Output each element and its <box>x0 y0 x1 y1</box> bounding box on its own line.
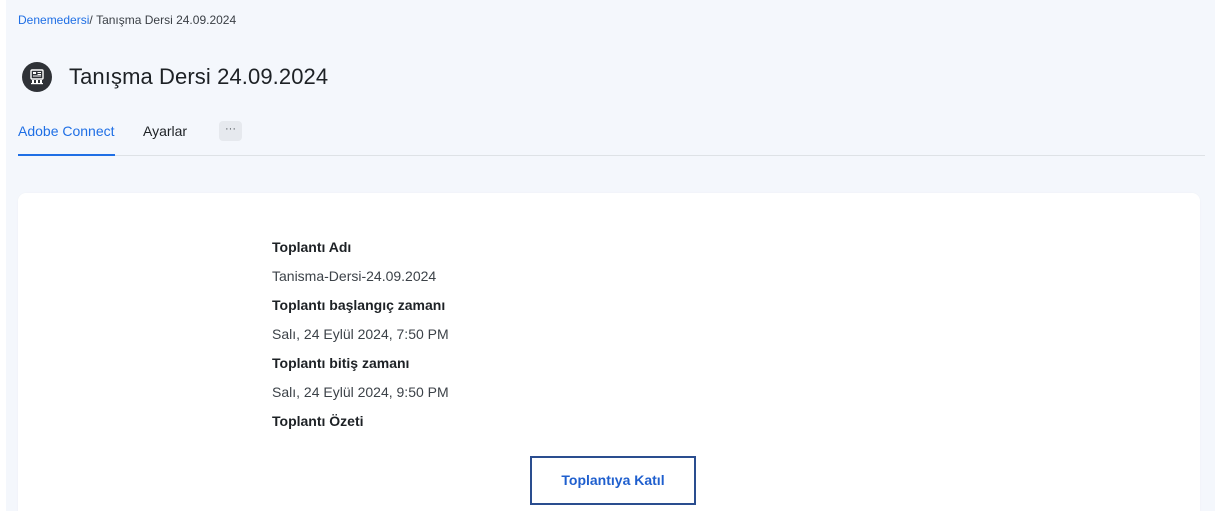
breadcrumb: Denemedersi/ Tanışma Dersi 24.09.2024 <box>18 13 236 27</box>
breadcrumb-current: Tanışma Dersi 24.09.2024 <box>96 13 237 27</box>
breadcrumb-course-link[interactable]: Denemedersi <box>18 13 89 27</box>
meeting-end-value: Salı, 24 Eylül 2024, 9:50 PM <box>272 384 449 400</box>
meeting-end-label: Toplantı bitiş zamanı <box>272 355 410 371</box>
more-tabs-button[interactable]: ··· <box>219 121 242 141</box>
meeting-details: Toplantı Adı Tanisma-Dersi-24.09.2024 To… <box>272 233 692 436</box>
tab-ayarlar[interactable]: Ayarlar <box>143 117 187 155</box>
meeting-name-label: Toplantı Adı <box>272 239 352 255</box>
meeting-start-value: Salı, 24 Eylül 2024, 7:50 PM <box>272 326 449 342</box>
tab-bar: Adobe Connect Ayarlar ··· <box>18 117 1205 156</box>
breadcrumb-separator: / <box>89 13 93 27</box>
join-meeting-button[interactable]: Toplantıya Katıl <box>530 456 696 505</box>
meeting-start-label: Toplantı başlangıç zamanı <box>272 297 446 313</box>
page-title: Tanışma Dersi 24.09.2024 <box>69 64 329 89</box>
tab-adobe-connect[interactable]: Adobe Connect <box>18 117 115 156</box>
meeting-name-value: Tanisma-Dersi-24.09.2024 <box>272 268 437 284</box>
meeting-card: Toplantı Adı Tanisma-Dersi-24.09.2024 To… <box>18 193 1200 511</box>
meeting-summary-label: Toplantı Özeti <box>272 413 364 429</box>
page-header: Tanışma Dersi 24.09.2024 <box>22 60 328 94</box>
adobe-connect-icon <box>22 62 52 92</box>
page: Denemedersi/ Tanışma Dersi 24.09.2024 Ta… <box>6 0 1215 511</box>
